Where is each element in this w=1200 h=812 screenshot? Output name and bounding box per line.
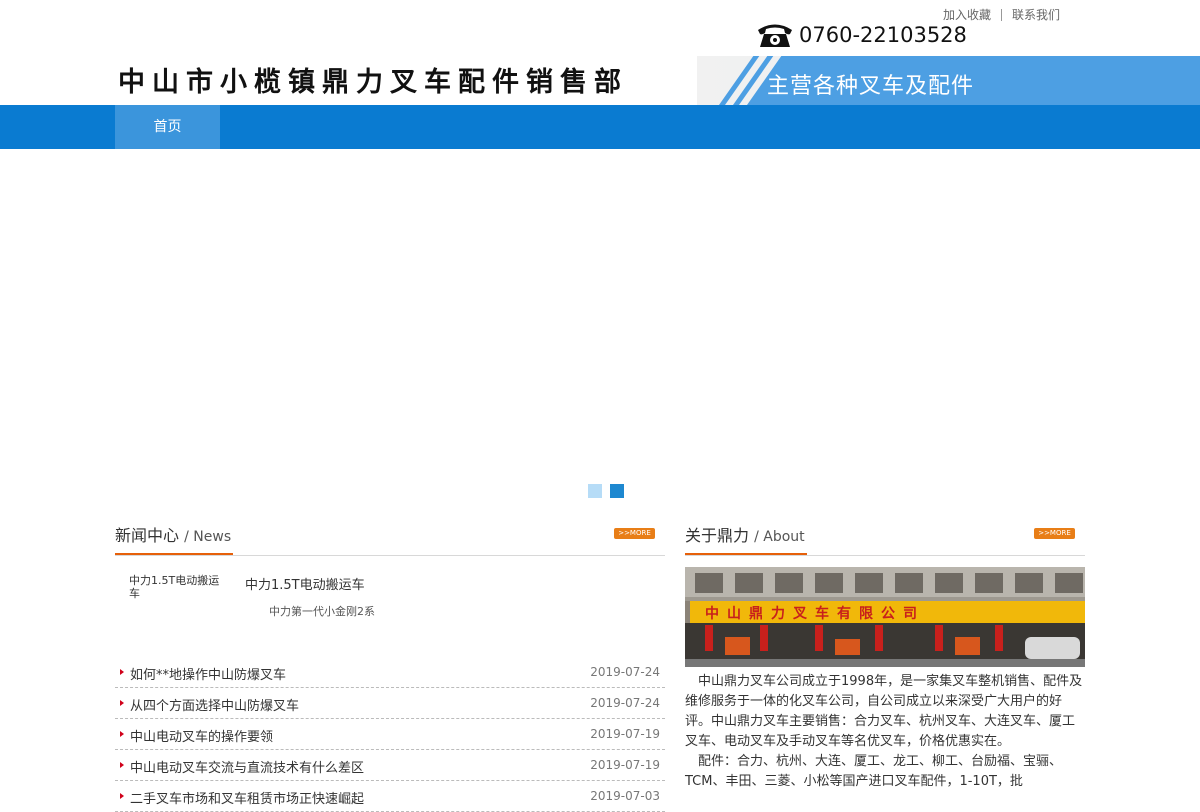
about-more-button[interactable]: >>MORE <box>1034 528 1075 539</box>
nav-item-home[interactable]: 首页 <box>115 105 220 149</box>
list-item: 中山电动叉车交流与直流技术有什么差区 2019-07-19 <box>115 750 665 781</box>
slogan-text: 主营各种叉车及配件 <box>767 74 975 99</box>
feature-image[interactable]: 中力1.5T电动搬运车 <box>129 574 229 600</box>
about-paragraph-2: 配件：合力、杭州、大连、厦工、龙工、柳工、台励福、宝骊、TCM、丰田、三菱、小松… <box>685 754 1063 789</box>
bullet-arrow-icon <box>120 700 124 706</box>
slider-dot-1[interactable] <box>588 484 602 498</box>
list-item: 中山电动叉车的操作要领 2019-07-19 <box>115 719 665 750</box>
about-title: 关于鼎力 / About <box>685 523 807 555</box>
list-item: 从四个方面选择中山防爆叉车 2019-07-24 <box>115 688 665 719</box>
news-item-date: 2019-07-24 <box>590 665 660 679</box>
news-list: 如何**地操作中山防爆叉车 2019-07-24 从四个方面选择中山防爆叉车 201… <box>115 657 665 812</box>
list-item: 如何**地操作中山防爆叉车 2019-07-24 <box>115 657 665 688</box>
news-more-button[interactable]: >>MORE <box>614 528 655 539</box>
bullet-arrow-icon <box>120 762 124 768</box>
feature-title[interactable]: 中力1.5T电动搬运车 <box>245 574 365 593</box>
news-item-date: 2019-07-24 <box>590 696 660 710</box>
telephone-icon <box>758 24 792 47</box>
phone-block: 0760-22103528 <box>755 20 967 50</box>
about-title-cn: 关于鼎力 <box>685 526 750 545</box>
news-item-title[interactable]: 二手叉车市场和叉车租赁市场正快速崛起 <box>130 788 364 807</box>
news-feature: 中力1.5T电动搬运车 中力1.5T电动搬运车 中力第一代小金刚2系 <box>115 570 665 640</box>
about-description: 中山鼎力叉车公司成立于1998年，是一家集叉车整机销售、配件及维修服务于一体的化… <box>685 672 1085 792</box>
news-item-date: 2019-07-03 <box>590 789 660 803</box>
about-section-header: 关于鼎力 / About >>MORE <box>685 523 1085 556</box>
news-title-en: / News <box>184 529 232 545</box>
bullet-arrow-icon <box>120 793 124 799</box>
news-title-cn: 新闻中心 <box>115 526 180 545</box>
divider <box>1001 9 1003 21</box>
storefront-photo: 中山鼎力叉车有限公司 <box>685 567 1085 667</box>
news-title: 新闻中心 / News <box>115 523 234 555</box>
storefront-sign-text: 中山鼎力叉车有限公司 <box>705 605 925 622</box>
news-item-date: 2019-07-19 <box>590 758 660 772</box>
image-slider <box>0 149 1200 509</box>
bullet-arrow-icon <box>120 731 124 737</box>
slider-dot-2[interactable] <box>610 484 624 498</box>
news-item-date: 2019-07-19 <box>590 727 660 741</box>
news-item-title[interactable]: 如何**地操作中山防爆叉车 <box>130 664 286 683</box>
company-name: 中山市小榄镇鼎力叉车配件销售部 <box>118 67 628 98</box>
news-item-title[interactable]: 中山电动叉车的操作要领 <box>130 726 273 745</box>
slider-dots <box>588 484 624 498</box>
site-header: 加入收藏 联系我们 0760-22103528 中山市小榄镇鼎力叉车配件销售部 主… <box>0 0 1200 105</box>
bullet-arrow-icon <box>120 669 124 675</box>
about-title-en: / About <box>754 529 805 545</box>
contact-us-link[interactable]: 联系我们 <box>1012 8 1060 22</box>
main-nav: 首页 <box>0 105 1200 149</box>
phone-number: 0760-22103528 <box>799 23 967 47</box>
slogan-banner: 主营各种叉车及配件 <box>697 56 1200 105</box>
about-paragraph-1: 中山鼎力叉车公司成立于1998年，是一家集叉车整机销售、配件及维修服务于一体的化… <box>685 674 1083 749</box>
news-item-title[interactable]: 中山电动叉车交流与直流技术有什么差区 <box>130 757 364 776</box>
company-storefront-image: 中山鼎力叉车有限公司 <box>685 567 1085 667</box>
news-section-header: 新闻中心 / News >>MORE <box>115 523 665 556</box>
feature-description: 中力第一代小金刚2系 <box>269 605 375 618</box>
list-item: 二手叉车市场和叉车租赁市场正快速崛起 2019-07-03 <box>115 781 665 812</box>
news-item-title[interactable]: 从四个方面选择中山防爆叉车 <box>130 695 299 714</box>
